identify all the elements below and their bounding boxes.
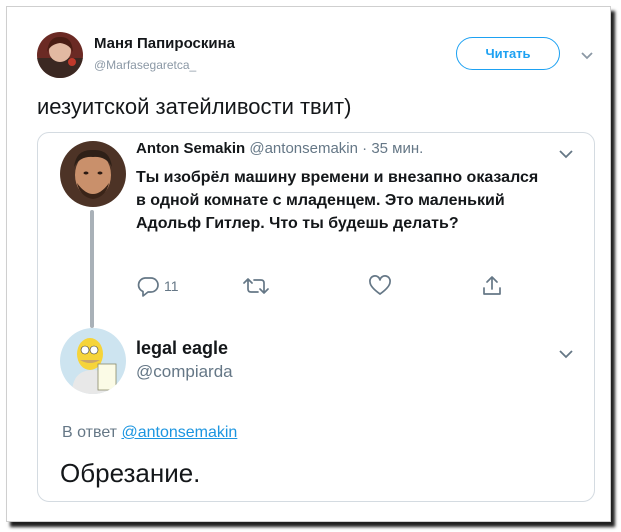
reply-author-avatar[interactable] [60,328,126,394]
reply-prefix: В ответ [62,424,118,441]
retweet-action[interactable] [240,274,272,298]
thread-connector [90,210,94,328]
author-avatar[interactable] [37,32,83,78]
chevron-down-icon[interactable] [558,346,574,364]
quoted-tweet-text: Ты изобрёл машину времени и внезапно ока… [136,169,539,232]
like-icon [368,274,392,298]
meta-separator: · [362,140,368,157]
reply-author-handle[interactable]: @compiarda [136,362,233,382]
retweet-icon [240,274,272,298]
quoted-author-avatar[interactable] [60,141,126,207]
quoted-author-name[interactable]: Anton Semakin [136,140,245,157]
quoted-header: Anton Semakin @antonsemakin · 35 мин. [136,140,423,157]
quoted-author-handle[interactable]: @antonsemakin [249,140,358,157]
share-action[interactable] [480,274,504,298]
tweet-text: иезуитской затейливости твит) [37,94,352,119]
reply-icon [136,274,160,298]
quoted-timestamp[interactable]: 35 мин. [371,140,423,157]
author-name[interactable]: Маня Папироскина [94,35,235,52]
follow-button[interactable]: Читать [456,37,560,70]
reply-text: Обрезание. [60,458,201,488]
author-handle[interactable]: @Marfasegaretca_ [94,58,196,72]
tweet-actions: 11 [136,274,516,300]
reply-action[interactable]: 11 [136,274,179,298]
reply-author-name[interactable]: legal eagle [136,338,228,359]
reply-context: В ответ @antonsemakin [62,424,237,442]
reply-count: 11 [164,278,179,294]
chevron-down-icon[interactable] [580,48,594,66]
reply-to-link[interactable]: @antonsemakin [121,424,237,441]
chevron-down-icon[interactable] [558,146,574,164]
share-icon [480,274,504,298]
like-action[interactable] [368,274,392,298]
